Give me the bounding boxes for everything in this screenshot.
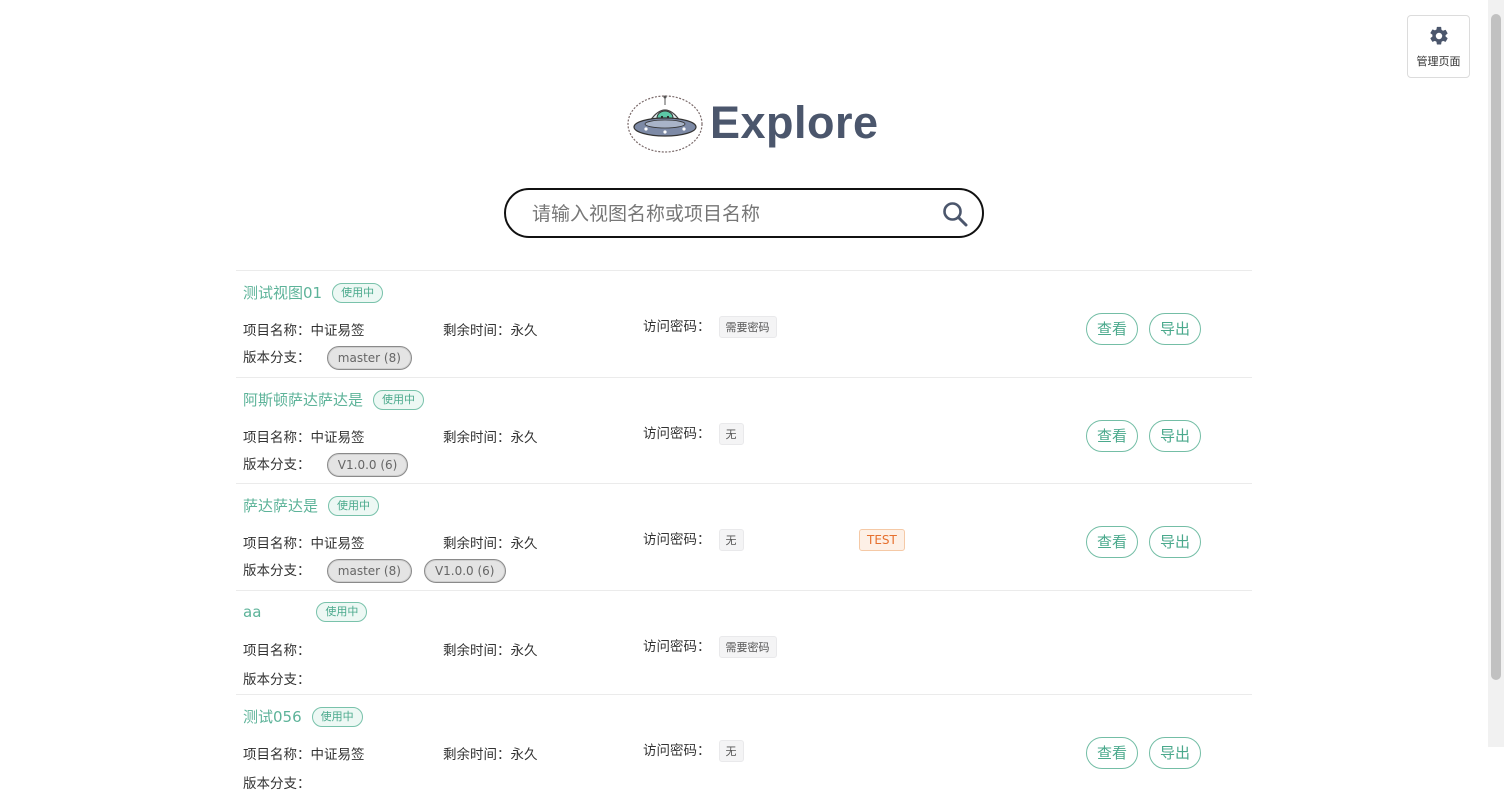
- remaining-value: 永久: [510, 430, 538, 446]
- project-field: 项目名称：中证易签: [243, 319, 365, 339]
- password-chip: 无: [718, 740, 744, 762]
- view-item: 测试视图01 使用中 项目名称：中证易签 剩余时间：永久 访问密码： 需要密码 版…: [236, 270, 1252, 377]
- remaining-label: 剩余时间：: [443, 747, 511, 763]
- status-badge: 使用中: [328, 495, 380, 516]
- status-badge: 使用中: [316, 602, 368, 622]
- status-badge: 使用中: [332, 282, 384, 303]
- project-label: 项目名称：: [243, 536, 311, 552]
- remaining-field: 剩余时间：永久: [443, 426, 538, 446]
- project-field: 项目名称：: [243, 639, 311, 659]
- remaining-value: 永久: [510, 643, 538, 659]
- password-label: 访问密码：: [643, 319, 711, 335]
- remaining-field: 剩余时间：永久: [443, 639, 538, 659]
- project-value: 中证易签: [310, 747, 365, 763]
- remaining-label: 剩余时间：: [443, 430, 511, 446]
- password-field: 访问密码： 无: [643, 528, 744, 551]
- export-button[interactable]: 导出: [1149, 313, 1201, 345]
- view-item: 阿斯顿萨达萨达是 使用中 项目名称：中证易签 剩余时间：永久 访问密码： 无 版本…: [236, 377, 1252, 483]
- view-name[interactable]: 测试056: [243, 706, 302, 727]
- branch-chip[interactable]: V1.0.0 (6): [423, 559, 506, 583]
- project-value: 中证易签: [310, 536, 365, 552]
- view-name[interactable]: 阿斯顿萨达萨达是: [243, 389, 363, 410]
- view-button[interactable]: 查看: [1086, 420, 1138, 452]
- branch-field: 版本分支： V1.0.0 (6): [243, 453, 409, 477]
- project-label: 项目名称：: [243, 747, 311, 763]
- search-icon[interactable]: [942, 201, 968, 227]
- remaining-label: 剩余时间：: [443, 643, 511, 659]
- remaining-field: 剩余时间：永久: [443, 743, 538, 763]
- view-name[interactable]: 测试视图01: [243, 282, 322, 303]
- branch-chip[interactable]: master (8): [326, 346, 412, 370]
- brand-header: Explore: [626, 92, 879, 154]
- export-button[interactable]: 导出: [1149, 420, 1201, 452]
- project-field: 项目名称：中证易签: [243, 743, 365, 763]
- view-name-row: 测试056 使用中: [243, 706, 363, 727]
- remaining-label: 剩余时间：: [443, 323, 511, 339]
- view-list: 测试视图01 使用中 项目名称：中证易签 剩余时间：永久 访问密码： 需要密码 版…: [236, 270, 1252, 792]
- branch-label: 版本分支：: [243, 672, 311, 688]
- remaining-label: 剩余时间：: [443, 536, 511, 552]
- branch-label: 版本分支：: [243, 776, 311, 792]
- password-label: 访问密码：: [643, 639, 711, 655]
- admin-page-button[interactable]: 管理页面: [1407, 15, 1470, 78]
- password-label: 访问密码：: [643, 426, 711, 442]
- password-label: 访问密码：: [643, 743, 711, 759]
- gear-icon: [1429, 26, 1448, 45]
- search-input[interactable]: [530, 198, 934, 230]
- project-value: 中证易签: [310, 323, 365, 339]
- view-name[interactable]: 萨达萨达是: [243, 495, 318, 516]
- view-name[interactable]: aa: [243, 603, 261, 621]
- ufo-alien-logo: [627, 95, 703, 153]
- project-label: 项目名称：: [243, 430, 311, 446]
- remaining-value: 永久: [510, 323, 538, 339]
- export-button[interactable]: 导出: [1149, 737, 1201, 769]
- password-field: 访问密码： 需要密码: [643, 315, 777, 338]
- view-button[interactable]: 查看: [1086, 313, 1138, 345]
- remaining-field: 剩余时间：永久: [443, 532, 538, 552]
- branch-label: 版本分支：: [243, 350, 311, 366]
- view-button[interactable]: 查看: [1086, 526, 1138, 558]
- remaining-field: 剩余时间：永久: [443, 319, 538, 339]
- view-item: 测试056 使用中 项目名称：中证易签 剩余时间：永久 访问密码： 无 版本分支：…: [236, 694, 1252, 792]
- view-item: 萨达萨达是 使用中 项目名称：中证易签 剩余时间：永久 访问密码： 无 版本分支：…: [236, 483, 1252, 590]
- project-label: 项目名称：: [243, 323, 311, 339]
- search-box: [504, 188, 984, 238]
- branch-field: 版本分支：: [243, 668, 311, 688]
- branch-field: 版本分支： master (8): [243, 346, 412, 370]
- vertical-scrollbar[interactable]: [1488, 0, 1504, 747]
- password-field: 访问密码： 无: [643, 422, 744, 445]
- branch-label: 版本分支：: [243, 457, 311, 473]
- view-name-row: 阿斯顿萨达萨达是 使用中: [243, 389, 425, 410]
- password-label: 访问密码：: [643, 532, 711, 548]
- password-field: 访问密码： 需要密码: [643, 635, 777, 658]
- project-value: 中证易签: [310, 430, 365, 446]
- view-name-row: 测试视图01 使用中: [243, 282, 384, 303]
- view-button[interactable]: 查看: [1086, 737, 1138, 769]
- admin-page-label: 管理页面: [1416, 54, 1461, 68]
- view-name-row: aa 使用中: [243, 602, 368, 622]
- env-tag: TEST: [859, 529, 905, 551]
- branch-label: 版本分支：: [243, 563, 311, 579]
- password-chip: 需要密码: [718, 316, 777, 338]
- project-label: 项目名称：: [243, 643, 311, 659]
- remaining-value: 永久: [510, 747, 538, 763]
- status-badge: 使用中: [311, 706, 363, 727]
- password-chip: 无: [718, 423, 744, 445]
- branch-chip[interactable]: V1.0.0 (6): [326, 453, 409, 477]
- remaining-value: 永久: [510, 536, 538, 552]
- status-badge: 使用中: [373, 389, 425, 410]
- password-field: 访问密码： 无: [643, 739, 744, 762]
- password-chip: 无: [718, 529, 744, 551]
- project-field: 项目名称：中证易签: [243, 532, 365, 552]
- view-name-row: 萨达萨达是 使用中: [243, 495, 380, 516]
- branch-field: 版本分支： master (8) V1.0.0 (6): [243, 559, 506, 583]
- branch-field: 版本分支：: [243, 772, 311, 792]
- view-item: aa 使用中 项目名称： 剩余时间：永久 访问密码： 需要密码 版本分支：: [236, 590, 1252, 694]
- scrollbar-thumb[interactable]: [1491, 14, 1501, 680]
- page-title: Explore: [710, 97, 879, 148]
- branch-chip[interactable]: master (8): [326, 559, 412, 583]
- password-chip: 需要密码: [718, 636, 777, 658]
- export-button[interactable]: 导出: [1149, 526, 1201, 558]
- project-field: 项目名称：中证易签: [243, 426, 365, 446]
